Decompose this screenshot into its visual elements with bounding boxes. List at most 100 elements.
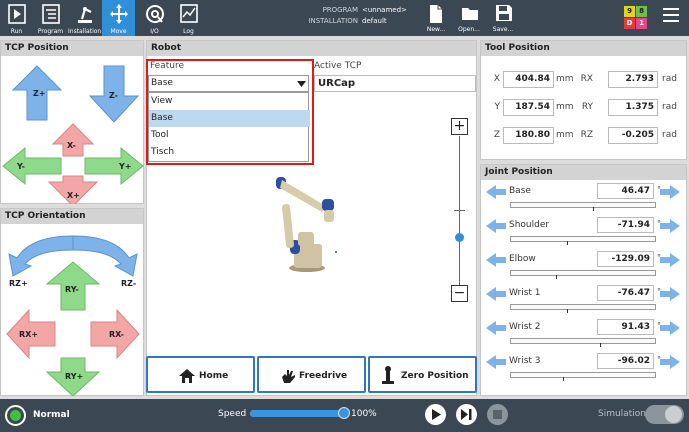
nav-io[interactable]: I/O [138, 0, 171, 36]
joint-decrease-arrow-icon[interactable] [486, 287, 506, 301]
joint-increase-arrow-icon[interactable] [660, 185, 680, 199]
play-button[interactable] [425, 404, 446, 425]
badge-bottom-right: 1 [636, 18, 647, 29]
ry-unit: rad [662, 102, 677, 112]
zero-position-icon [382, 366, 394, 384]
joint-slider-marker [556, 275, 557, 279]
power-button[interactable] [5, 405, 26, 426]
z-unit: mm [556, 130, 574, 140]
joint-name: Elbow [509, 254, 536, 264]
joint-slider[interactable] [510, 372, 656, 381]
y-minus-button[interactable]: Y- [2, 146, 62, 186]
feature-option-tool[interactable]: Tool [149, 127, 310, 144]
new-button[interactable]: New... [420, 0, 452, 36]
feature-option-tisch[interactable]: Tisch [149, 144, 310, 161]
x-minus-button[interactable]: X- [51, 123, 95, 157]
joint-name: Wrist 3 [509, 356, 541, 366]
joint-decrease-arrow-icon[interactable] [486, 321, 506, 335]
stop-icon [493, 410, 502, 419]
joint-slider[interactable] [510, 270, 656, 279]
installation-icon [78, 7, 92, 23]
tool-position-row-y: Y 187.54 mm RY 1.375 rad [484, 99, 684, 117]
speed-slider-handle[interactable] [338, 407, 350, 419]
active-tcp-label: Active TCP [314, 61, 362, 71]
z-plus-label: Z+ [33, 89, 46, 98]
x-value: 404.84 [503, 71, 554, 88]
play-icon [432, 409, 441, 420]
log-icon [180, 4, 198, 23]
joint-value: -76.47 [597, 285, 654, 301]
x-label: X [493, 74, 500, 84]
nav-program[interactable]: Program [34, 0, 67, 36]
joint-decrease-arrow-icon[interactable] [486, 253, 506, 267]
program-icon [42, 4, 60, 24]
rz-plus-label: RZ+ [9, 279, 28, 288]
joint-decrease-arrow-icon[interactable] [486, 355, 506, 369]
tcp-orientation-arrows: RZ+ RZ- RY- RX+ RX- RY+ [6, 235, 140, 396]
ry-value: 1.375 [608, 99, 658, 116]
chevron-down-icon [297, 81, 306, 87]
joint-slider[interactable] [510, 236, 656, 245]
zero-position-button[interactable]: Zero Position [368, 356, 477, 393]
joint-name: Shoulder [509, 220, 550, 230]
feature-option-base[interactable]: Base [149, 110, 310, 127]
ry-plus-button[interactable]: RY+ [45, 357, 101, 396]
simulation-toggle[interactable] [645, 405, 684, 424]
tool-position-row-x: X 404.84 mm RX 2.793 rad [484, 71, 684, 89]
speed-slider-fill [250, 410, 346, 417]
joint-slider[interactable] [510, 202, 656, 211]
joint-row: Base 46.47 ° [486, 183, 681, 217]
joint-value: -96.02 [597, 353, 654, 369]
feature-select[interactable]: Base [148, 75, 309, 92]
nav-run[interactable]: Run [0, 0, 33, 36]
menu-icon[interactable] [663, 8, 679, 24]
joint-slider[interactable] [510, 338, 656, 347]
save-button[interactable]: Save... [487, 0, 519, 36]
tcp-orientation-title: TCP Orientation [1, 209, 143, 224]
zoom-slider-handle[interactable] [455, 233, 464, 242]
z-minus-button[interactable]: Z- [88, 65, 140, 123]
joint-value: 46.47 [597, 183, 654, 199]
x-plus-button[interactable]: X+ [47, 175, 99, 204]
ry-label: RY [581, 102, 593, 112]
zoom-mid-tick [454, 210, 465, 211]
run-icon [8, 4, 26, 24]
ry-plus-label: RY+ [65, 372, 83, 381]
open-button[interactable]: Open... [453, 0, 485, 36]
joint-increase-arrow-icon[interactable] [660, 287, 680, 301]
y-minus-label: Y- [16, 162, 25, 171]
joint-decrease-arrow-icon[interactable] [486, 219, 506, 233]
zoom-out-button[interactable]: − [451, 285, 468, 302]
freedrive-button[interactable]: Freedrive [257, 356, 366, 393]
rx-label: RX [580, 74, 593, 84]
z-plus-button[interactable]: Z+ [11, 65, 63, 121]
stop-button[interactable] [487, 404, 508, 425]
badge-top-right: 8 [636, 6, 647, 17]
joint-slider[interactable] [510, 304, 656, 313]
joint-increase-arrow-icon[interactable] [660, 321, 680, 335]
rx-plus-button[interactable]: RX+ [6, 308, 56, 360]
nav-installation[interactable]: Installation [68, 0, 101, 36]
y-plus-button[interactable]: Y+ [84, 146, 144, 186]
joint-row: Elbow -129.09 ° [486, 251, 681, 285]
step-button[interactable] [456, 404, 477, 425]
joint-decrease-arrow-icon[interactable] [486, 185, 506, 199]
ry-minus-button[interactable]: RY- [45, 261, 101, 311]
speed-slider[interactable] [250, 407, 350, 419]
joint-increase-arrow-icon[interactable] [660, 219, 680, 233]
rx-unit: rad [662, 74, 677, 84]
joint-increase-arrow-icon[interactable] [660, 253, 680, 267]
program-name: <unnamed> [362, 6, 407, 14]
nav-log[interactable]: Log [172, 0, 205, 36]
nav-move[interactable]: Move [102, 0, 135, 36]
z-label: Z [493, 130, 500, 140]
joint-slider-marker [567, 309, 568, 313]
tcp-orientation-panel: TCP Orientation RZ+ RZ- RY- RX+ RX- RY+ [0, 208, 144, 396]
joint-increase-arrow-icon[interactable] [660, 355, 680, 369]
rx-minus-button[interactable]: RX- [90, 308, 140, 360]
zoom-in-button[interactable]: + [451, 118, 468, 135]
home-button[interactable]: Home [146, 356, 255, 393]
feature-option-view[interactable]: View [149, 93, 310, 110]
freedrive-label: Freedrive [299, 371, 348, 381]
z-value: 180.80 [503, 127, 554, 144]
